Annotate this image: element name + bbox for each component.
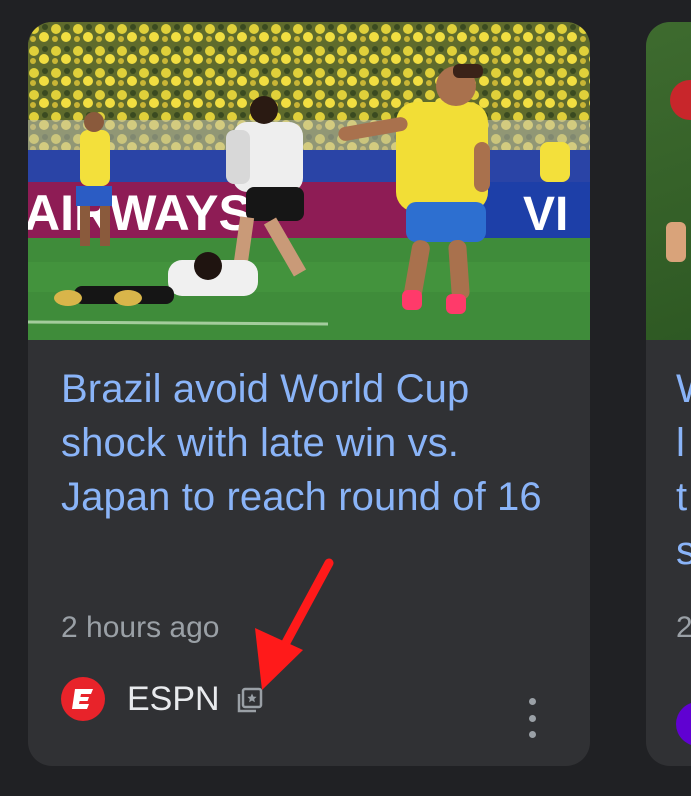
source-name: ESPN (127, 679, 220, 718)
source-logo-icon (676, 702, 691, 746)
more-vert-dot (528, 714, 536, 722)
news-source[interactable]: ESPN (61, 677, 264, 721)
news-timestamp: 2 hours ago (61, 611, 220, 644)
more-vert-dot (528, 698, 536, 705)
more-vert-dot (528, 731, 536, 738)
news-headline[interactable]: W l t s (676, 362, 691, 578)
news-headline[interactable]: Brazil avoid World Cup shock with late w… (61, 362, 561, 524)
news-card-image[interactable] (646, 22, 691, 340)
news-card[interactable]: AIRWAYS VI Brazil avoid World Cup shock … (28, 22, 590, 766)
news-publisher-icon[interactable] (234, 686, 264, 716)
image-detail (666, 222, 686, 262)
soccer-photo: AIRWAYS VI (28, 22, 590, 340)
news-card-next[interactable]: W l t s 2 (646, 22, 691, 766)
banner-text-right: VI (523, 188, 568, 241)
banner-text: AIRWAYS (28, 185, 252, 241)
news-card-image[interactable]: AIRWAYS VI (28, 22, 590, 340)
espn-logo-icon (61, 677, 105, 721)
image-detail (670, 80, 691, 120)
news-carousel: AIRWAYS VI Brazil avoid World Cup shock … (0, 0, 691, 796)
news-timestamp: 2 (676, 611, 691, 644)
more-options-button[interactable] (514, 698, 550, 738)
